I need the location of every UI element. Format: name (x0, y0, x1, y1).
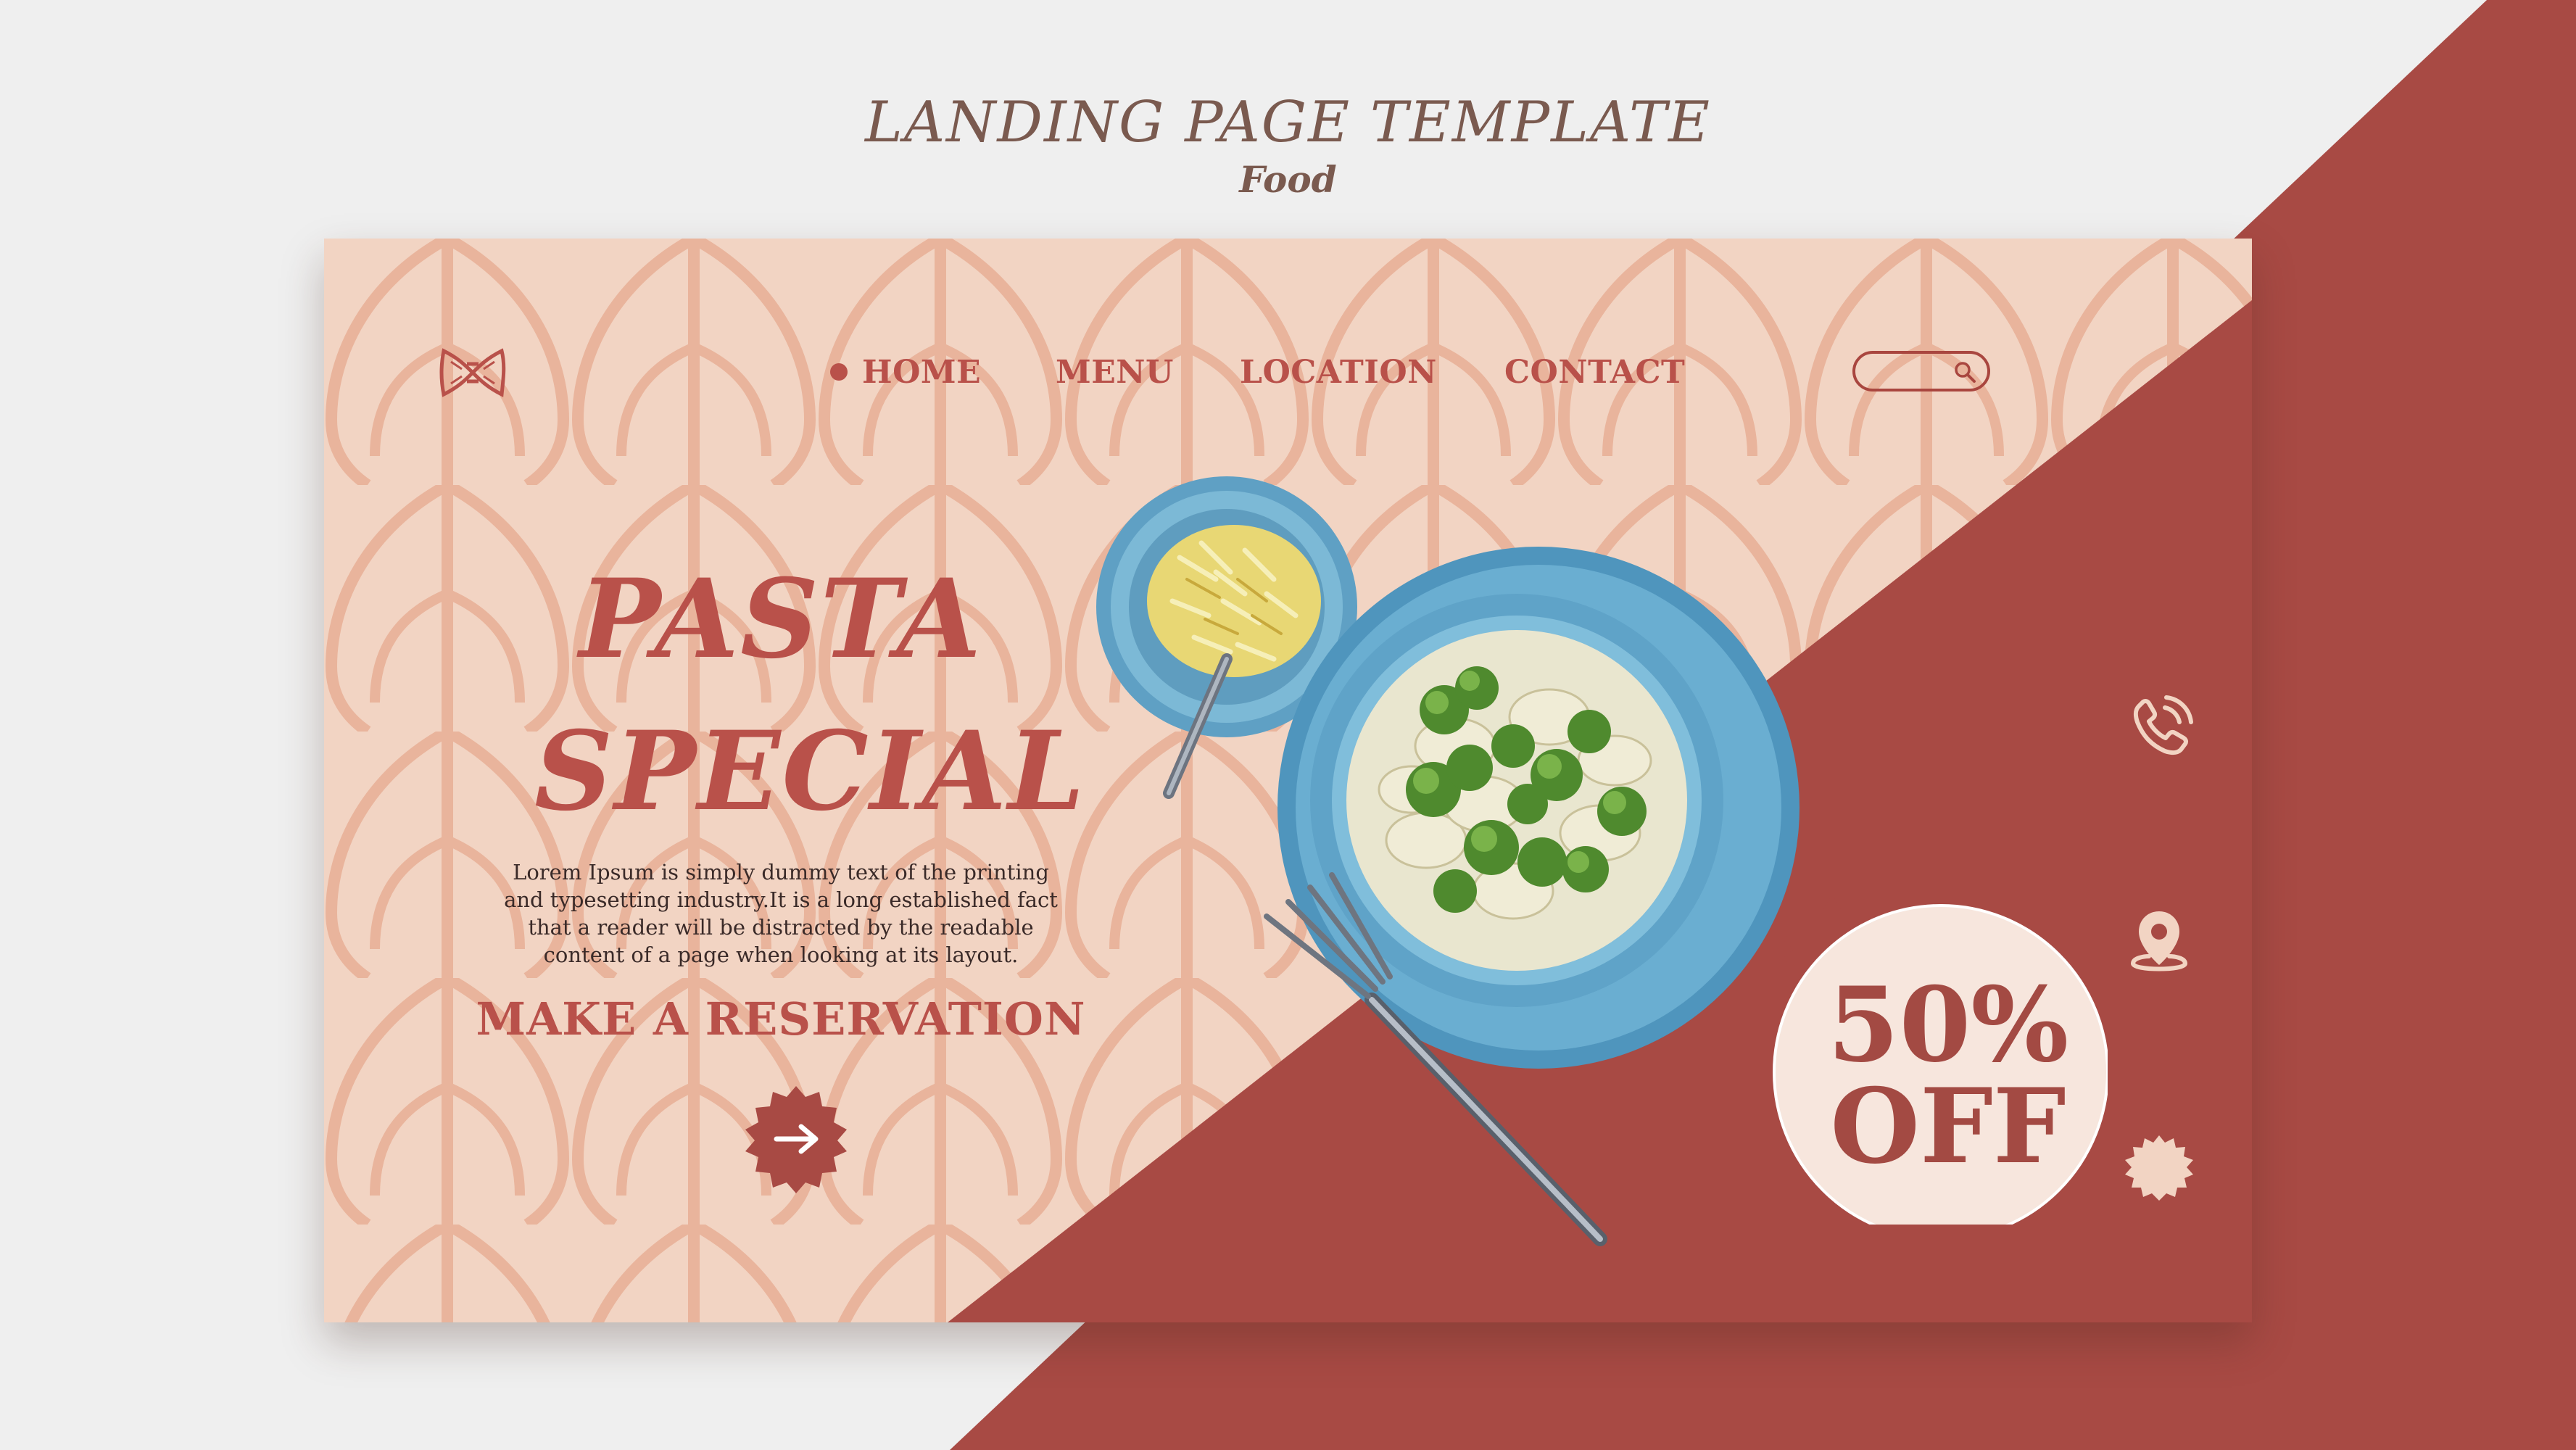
template-title: LANDING PAGE TEMPLATE (865, 90, 1711, 155)
page: LANDING PAGE TEMPLATE Food HOME MENU LOC… (0, 0, 2576, 1450)
phone-icon[interactable] (2123, 692, 2195, 764)
starburst-badge-icon[interactable] (2123, 1134, 2195, 1206)
promo-percent: 50% (1827, 965, 2069, 1085)
template-subtitle: Food (1239, 158, 1337, 201)
promo-off: OFF (1830, 1066, 2066, 1187)
pasta-plate (1277, 547, 1800, 1069)
landing-card: HOME MENU LOCATION CONTACT PASTA SPECIAL… (324, 239, 2252, 1322)
location-pin-icon[interactable] (2123, 906, 2195, 978)
